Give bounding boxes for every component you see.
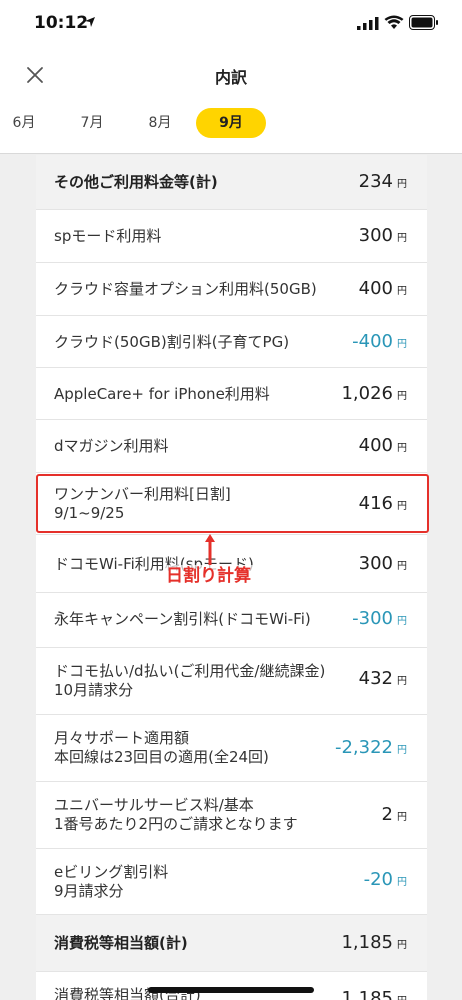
status-bar: 10:12	[0, 0, 462, 46]
list-item: クラウド(50GB)割引料(子育てPG) -400 円	[36, 316, 427, 368]
row-sublabel: 1番号あたり2円のご請求となります	[54, 815, 298, 833]
row-amount: 1,026 円	[341, 383, 407, 404]
row-amount: 1,185円	[341, 988, 407, 1000]
row-label: 永年キャンペーン割引料(ドコモWi-Fi)	[54, 610, 311, 628]
tab-july[interactable]: 7月	[74, 108, 110, 138]
row-sublabel: 本回線は23回目の適用(全24回)	[54, 748, 269, 766]
cellular-signal-icon	[357, 17, 379, 30]
row-amount: 2円	[381, 804, 407, 825]
list-item: ドコモ払い/d払い(ご利用代金/継続課金) 10月請求分 432 円	[36, 648, 427, 715]
list-item: spモード利用料 300 円	[36, 210, 427, 263]
row-amount: 300 円	[358, 553, 407, 574]
tab-september[interactable]: 9月	[196, 108, 266, 138]
row-amount: -300 円	[352, 608, 407, 629]
home-indicator[interactable]	[148, 987, 314, 993]
list-item: クラウド容量オプション利用料(50GB) 400 円	[36, 263, 427, 316]
row-amount: 300 円	[358, 225, 407, 246]
row-label: AppleCare+ for iPhone利用料	[54, 385, 270, 403]
row-label: eビリング割引料	[54, 863, 169, 881]
tab-june[interactable]: 6月	[6, 108, 42, 138]
row-amount: 400 円	[358, 278, 407, 299]
row-label: その他ご利用料金等(計)	[54, 173, 218, 191]
wifi-icon	[384, 15, 404, 29]
list-item: AppleCare+ for iPhone利用料 1,026 円	[36, 368, 427, 420]
status-time: 10:12	[34, 13, 89, 33]
row-label: クラウド(50GB)割引料(子育てPG)	[54, 333, 290, 351]
list-item: 永年キャンペーン割引料(ドコモWi-Fi) -300 円	[36, 593, 427, 648]
summary-row-other-charges: その他ご利用料金等(計) 234 円	[36, 155, 427, 210]
location-arrow-icon	[85, 17, 95, 27]
row-label: ユニバーサルサービス料/基本	[54, 796, 254, 814]
row-label: 月々サポート適用額	[54, 729, 190, 747]
row-amount: -400 円	[352, 331, 407, 352]
list-item: ユニバーサルサービス料/基本 1番号あたり2円のご請求となります 2円	[36, 782, 427, 849]
row-amount: 432 円	[358, 668, 407, 689]
list-item: 月々サポート適用額 本回線は23回目の適用(全24回) -2,322 円	[36, 715, 427, 782]
row-amount: 234 円	[358, 171, 407, 192]
header: 内訳 6月 7月 8月 9月	[0, 46, 462, 154]
row-label: dマガジン利用料	[54, 437, 169, 455]
row-label: クラウド容量オプション利用料(50GB)	[54, 280, 317, 298]
battery-icon	[409, 15, 438, 30]
row-label: ドコモ払い/d払い(ご利用代金/継続課金)	[54, 662, 326, 680]
row-amount: -2,322 円	[334, 737, 407, 758]
list-item: eビリング割引料 9月請求分 -20 円	[36, 849, 427, 915]
list-item: dマガジン利用料 400 円	[36, 420, 427, 473]
month-tabs: 6月 7月 8月 9月	[0, 108, 462, 138]
highlight-box	[36, 474, 429, 533]
row-label: spモード利用料	[54, 227, 162, 245]
row-label: 消費税等相当額(計)	[54, 934, 188, 952]
tab-august[interactable]: 8月	[142, 108, 178, 138]
annotation-label: 日割り計算	[164, 565, 253, 587]
row-sublabel: 10月請求分	[54, 681, 134, 699]
summary-row-consumption-tax: 消費税等相当額(計) 1,185 円	[36, 915, 427, 972]
page-title: 内訳	[214, 68, 247, 87]
row-amount: -20 円	[363, 869, 407, 890]
row-sublabel: 9月請求分	[54, 882, 124, 900]
row-amount: 400 円	[358, 435, 407, 456]
row-amount: 1,185円	[341, 932, 407, 953]
annotation-arrow-icon	[205, 534, 215, 565]
list-item: 消費税等相当額(合計) 1,185円	[36, 972, 427, 1000]
